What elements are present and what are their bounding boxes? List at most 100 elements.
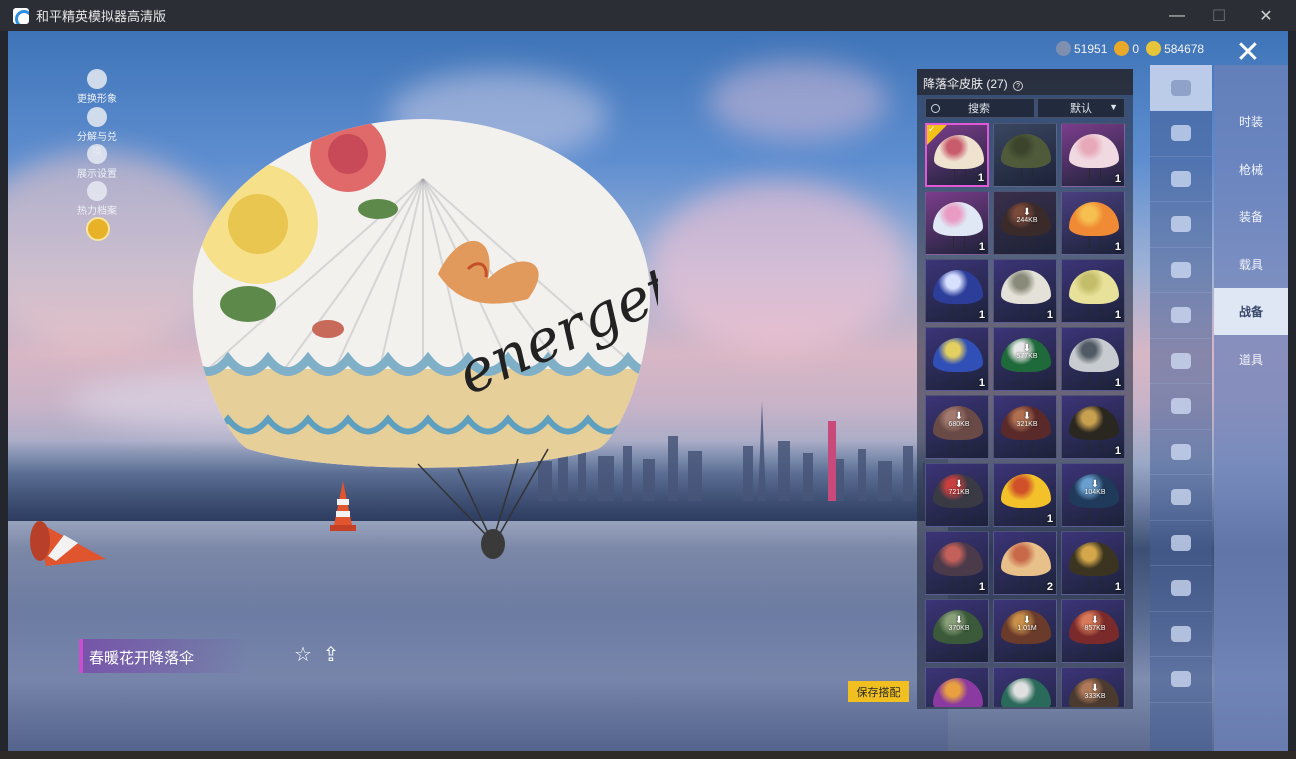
maximize-button[interactable]: ☐ xyxy=(1197,0,1241,31)
category-drone[interactable] xyxy=(1150,156,1212,202)
gold-coin-icon xyxy=(1146,41,1162,56)
skin-item[interactable]: ⬇ 721KB xyxy=(925,463,989,527)
download-size: ⬇ 1.01M xyxy=(1014,616,1040,633)
cloud xyxy=(708,61,888,141)
parachute-thumbnail xyxy=(1069,270,1119,316)
parachute-thumbnail xyxy=(1069,202,1119,248)
save-outfit-button[interactable]: 保存搭配 xyxy=(848,681,909,702)
category-photo[interactable] xyxy=(1150,475,1212,521)
download-icon: ⬇ xyxy=(1022,411,1032,422)
download-icon: ⬇ xyxy=(954,479,964,490)
category-emote[interactable] xyxy=(1150,247,1212,293)
tab-5[interactable]: 战备 xyxy=(1214,288,1288,335)
skin-item[interactable]: ⬇ 333KB xyxy=(1061,667,1125,707)
badge-icon xyxy=(1171,352,1191,369)
skin-item[interactable]: 1 xyxy=(1061,531,1125,595)
sort-label: 默认 xyxy=(1070,103,1092,115)
category-plane[interactable] xyxy=(1150,202,1212,248)
download-size-label: 577KB xyxy=(1016,353,1038,360)
skin-item[interactable]: ⬇ 370KB xyxy=(925,599,989,663)
download-size: ⬇ 680KB xyxy=(946,411,972,429)
display-settings-label: 展示设置 xyxy=(77,169,117,180)
game-viewport: energetic 更换形象 分解与兑换 展示设置 热力档案 xyxy=(8,31,1288,751)
skin-item[interactable] xyxy=(925,667,989,707)
skin-item[interactable]: ⬇ 104KB xyxy=(1061,463,1125,527)
skin-item[interactable]: 1 xyxy=(925,259,989,323)
change-appearance-button[interactable]: 更换形象 xyxy=(74,69,120,105)
parachute-thumbnail xyxy=(1069,406,1119,452)
skin-item[interactable]: 1 xyxy=(993,259,1057,323)
download-size-label: 680KB xyxy=(948,421,970,428)
tab-4[interactable]: 载具 xyxy=(1214,241,1288,288)
skin-item[interactable]: 1 xyxy=(1061,191,1125,255)
skin-item[interactable]: 1 xyxy=(925,531,989,595)
skin-item[interactable] xyxy=(993,667,1057,707)
category-speech-bubble[interactable] xyxy=(1150,429,1212,475)
skin-item[interactable]: 1 xyxy=(925,327,989,391)
help-icon[interactable]: ? xyxy=(1013,81,1024,91)
category-parachute[interactable] xyxy=(1150,65,1212,111)
skin-item[interactable]: 1 xyxy=(1061,327,1125,391)
glider-icon xyxy=(1171,125,1191,141)
category-hand[interactable] xyxy=(1150,566,1212,612)
exit-close-button[interactable]: ✕ xyxy=(1228,35,1268,69)
tab-6[interactable]: 道具 xyxy=(1214,336,1288,383)
display-settings-button[interactable]: 展示设置 xyxy=(74,144,120,180)
tab-3[interactable]: 装备 xyxy=(1214,193,1288,240)
heat-archive-button[interactable]: 热力档案 xyxy=(74,181,120,217)
category-sparkle[interactable] xyxy=(1150,611,1212,657)
item-count: 1 xyxy=(1114,241,1121,253)
category-plane-trail[interactable] xyxy=(1150,293,1212,339)
favorite-star-icon[interactable]: ☆ xyxy=(291,643,315,667)
skin-item[interactable]: ⬇ 321KB xyxy=(993,395,1057,459)
skin-item[interactable]: ⬇ 1.01M xyxy=(993,599,1057,663)
category-icon-column xyxy=(1150,65,1212,751)
skin-item[interactable]: 1 xyxy=(1061,259,1125,323)
category-glider[interactable] xyxy=(1150,111,1212,157)
rank-badge-icon[interactable] xyxy=(86,217,110,241)
skin-item[interactable]: ⬇ 680KB xyxy=(925,395,989,459)
category-fire-extinguisher[interactable] xyxy=(1150,520,1212,566)
person-icon xyxy=(87,69,107,89)
item-count: 1 xyxy=(977,172,984,184)
search-label: 搜索 xyxy=(968,103,990,115)
tab-2[interactable]: 枪械 xyxy=(1214,146,1288,193)
download-size-label: 370KB xyxy=(948,625,970,632)
plane-icon xyxy=(1171,216,1191,232)
heat-archive-label: 热力档案 xyxy=(77,206,117,217)
skin-item[interactable]: ⬇ 857KB xyxy=(1061,599,1125,663)
skin-item[interactable]: 1 xyxy=(1061,123,1125,187)
selected-item-name: 春暖花开降落伞 xyxy=(79,639,249,673)
voice-icon xyxy=(1171,398,1191,414)
flame-icon xyxy=(87,181,107,201)
chevron-down-icon: ▼ xyxy=(1109,102,1118,112)
skin-item[interactable]: 1 xyxy=(1061,395,1125,459)
download-icon: ⬇ xyxy=(1090,479,1100,490)
skin-item[interactable] xyxy=(993,123,1057,187)
skin-item[interactable]: 2 xyxy=(993,531,1057,595)
download-size-label: 721KB xyxy=(948,489,970,496)
skin-item[interactable]: 1 xyxy=(925,191,989,255)
category-voice[interactable] xyxy=(1150,384,1212,430)
skin-item[interactable]: ⬇ 577KB xyxy=(993,327,1057,391)
item-count: 2 xyxy=(1046,581,1053,593)
category-frog[interactable] xyxy=(1150,657,1212,703)
sort-dropdown[interactable]: 默认 ▼ xyxy=(1037,98,1125,118)
item-count: 1 xyxy=(978,377,985,389)
search-input[interactable]: 搜索 xyxy=(925,98,1035,118)
minimize-button[interactable]: — xyxy=(1155,0,1199,31)
skin-item[interactable]: 1 xyxy=(925,123,989,187)
close-window-button[interactable]: ✕ xyxy=(1244,0,1288,31)
item-count: 1 xyxy=(978,581,985,593)
skin-item[interactable]: ⬇ 244KB xyxy=(993,191,1057,255)
item-count: 1 xyxy=(1114,309,1121,321)
tab-1[interactable]: 时装 xyxy=(1214,98,1288,145)
share-icon[interactable]: ⇪ xyxy=(319,643,343,667)
item-count: 1 xyxy=(1114,581,1121,593)
skin-grid: 111⬇244KB11111⬇577KB1⬇680KB⬇321KB1⬇721KB… xyxy=(925,123,1131,707)
download-icon: ⬇ xyxy=(954,411,964,422)
download-size: ⬇ 104KB xyxy=(1082,479,1108,497)
skin-item[interactable]: 1 xyxy=(993,463,1057,527)
app-logo-icon xyxy=(13,7,29,24)
category-badge[interactable] xyxy=(1150,338,1212,384)
